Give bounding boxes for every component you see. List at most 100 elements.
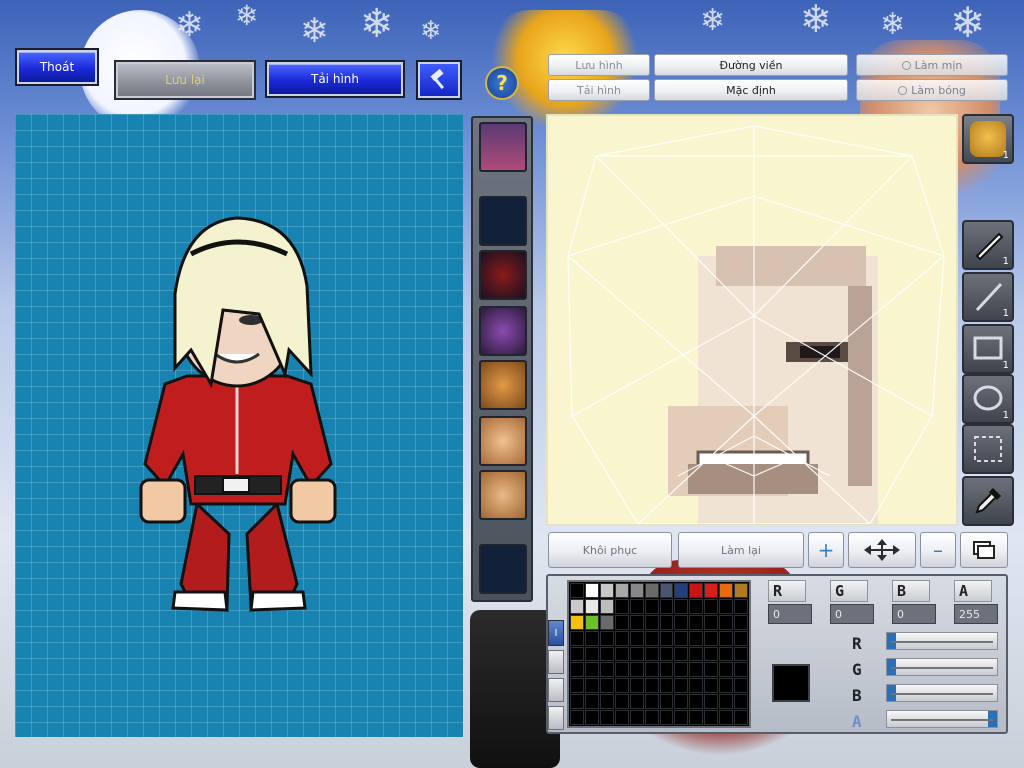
color-swatch[interactable] — [674, 662, 689, 678]
color-swatch[interactable] — [614, 694, 629, 710]
color-swatch[interactable] — [644, 662, 659, 678]
face-template-tool[interactable]: 1 — [962, 114, 1014, 164]
layers-button[interactable] — [960, 532, 1008, 568]
color-swatch[interactable] — [734, 598, 748, 614]
part-slot-empty[interactable] — [479, 196, 527, 246]
color-swatch[interactable] — [719, 583, 734, 598]
smooth-option[interactable]: Làm mịn — [856, 54, 1008, 76]
color-swatch[interactable] — [674, 583, 689, 598]
color-swatch[interactable] — [644, 694, 659, 710]
color-swatch[interactable] — [644, 678, 659, 694]
color-swatch[interactable] — [629, 710, 644, 725]
g-slider[interactable] — [886, 658, 998, 676]
part-slot-face-1[interactable] — [479, 416, 527, 466]
zoom-in-button[interactable]: + — [808, 532, 844, 568]
color-swatch[interactable] — [659, 710, 674, 725]
color-swatch[interactable] — [644, 598, 659, 614]
color-swatch[interactable] — [570, 583, 584, 598]
redo-button[interactable]: Làm lại — [678, 532, 804, 568]
ellipse-tool[interactable]: 1 — [962, 374, 1014, 424]
color-swatch[interactable] — [704, 662, 719, 678]
palette-side-tab-2[interactable] — [548, 650, 564, 674]
r-value-field[interactable]: 0 — [768, 604, 812, 624]
face-drawing-canvas[interactable] — [546, 114, 958, 526]
color-swatch[interactable] — [599, 630, 614, 646]
color-swatch[interactable] — [614, 583, 629, 598]
color-swatch[interactable] — [689, 614, 704, 630]
color-swatch[interactable] — [644, 583, 659, 598]
load-image-tab[interactable]: Tải hình — [548, 79, 650, 101]
color-swatch[interactable] — [584, 710, 599, 725]
color-swatch[interactable] — [659, 598, 674, 614]
color-swatch[interactable] — [599, 710, 614, 725]
color-swatch[interactable] — [614, 678, 629, 694]
part-slot-hat-red[interactable] — [479, 250, 527, 300]
color-swatch[interactable] — [719, 630, 734, 646]
color-swatch[interactable] — [570, 630, 584, 646]
exit-button[interactable]: Thoát — [15, 48, 99, 86]
color-swatch[interactable] — [659, 678, 674, 694]
color-swatch[interactable] — [659, 630, 674, 646]
outline-tab[interactable]: Đường viền — [654, 54, 848, 76]
color-swatch[interactable] — [644, 630, 659, 646]
save-image-tab[interactable]: Lưu hình — [548, 54, 650, 76]
color-swatch[interactable] — [614, 614, 629, 630]
color-swatch[interactable] — [734, 583, 748, 598]
color-swatch[interactable] — [629, 630, 644, 646]
color-swatch[interactable] — [689, 694, 704, 710]
a-slider[interactable] — [886, 710, 998, 728]
color-swatch[interactable] — [704, 598, 719, 614]
part-slot-outfit-purple[interactable] — [479, 306, 527, 356]
move-button[interactable] — [848, 532, 916, 568]
color-swatch[interactable] — [674, 630, 689, 646]
color-swatch[interactable] — [644, 614, 659, 630]
color-swatch[interactable] — [659, 694, 674, 710]
color-swatch[interactable] — [674, 598, 689, 614]
help-button[interactable]: ? — [485, 66, 519, 100]
color-swatch[interactable] — [704, 583, 719, 598]
default-tab[interactable]: Mặc định — [654, 79, 848, 101]
reload-image-button[interactable]: Tải hình — [265, 60, 405, 98]
part-slot-hair-pink[interactable] — [479, 122, 527, 172]
zoom-out-button[interactable]: – — [920, 532, 956, 568]
palette-side-tab-4[interactable] — [548, 706, 564, 730]
color-swatch[interactable] — [629, 662, 644, 678]
color-swatch[interactable] — [689, 678, 704, 694]
color-swatch[interactable] — [629, 598, 644, 614]
color-swatch[interactable] — [674, 614, 689, 630]
color-swatch[interactable] — [719, 598, 734, 614]
color-swatch[interactable] — [584, 646, 599, 662]
color-swatch[interactable] — [599, 598, 614, 614]
color-swatch[interactable] — [734, 662, 748, 678]
color-swatch[interactable] — [599, 583, 614, 598]
color-swatch[interactable] — [704, 646, 719, 662]
color-swatch[interactable] — [584, 662, 599, 678]
color-swatch[interactable] — [584, 678, 599, 694]
color-swatch[interactable] — [674, 694, 689, 710]
color-swatch[interactable] — [614, 710, 629, 725]
color-swatch[interactable] — [584, 630, 599, 646]
color-swatch[interactable] — [614, 630, 629, 646]
color-swatch[interactable] — [659, 662, 674, 678]
color-swatch[interactable] — [704, 630, 719, 646]
color-swatch[interactable] — [704, 678, 719, 694]
color-swatch[interactable] — [584, 614, 599, 630]
color-swatch-grid[interactable] — [567, 580, 751, 728]
color-swatch[interactable] — [659, 646, 674, 662]
color-swatch[interactable] — [674, 678, 689, 694]
color-swatch[interactable] — [614, 646, 629, 662]
palette-side-tab[interactable]: I — [548, 620, 564, 646]
color-swatch[interactable] — [659, 583, 674, 598]
color-swatch[interactable] — [704, 710, 719, 725]
color-swatch[interactable] — [570, 662, 584, 678]
character-preview-canvas[interactable] — [15, 114, 463, 737]
color-swatch[interactable] — [734, 710, 748, 725]
color-swatch[interactable] — [599, 662, 614, 678]
color-swatch[interactable] — [719, 646, 734, 662]
color-swatch[interactable] — [689, 646, 704, 662]
color-swatch[interactable] — [719, 678, 734, 694]
color-swatch[interactable] — [599, 646, 614, 662]
color-swatch[interactable] — [704, 614, 719, 630]
color-swatch[interactable] — [734, 694, 748, 710]
color-swatch[interactable] — [674, 710, 689, 725]
